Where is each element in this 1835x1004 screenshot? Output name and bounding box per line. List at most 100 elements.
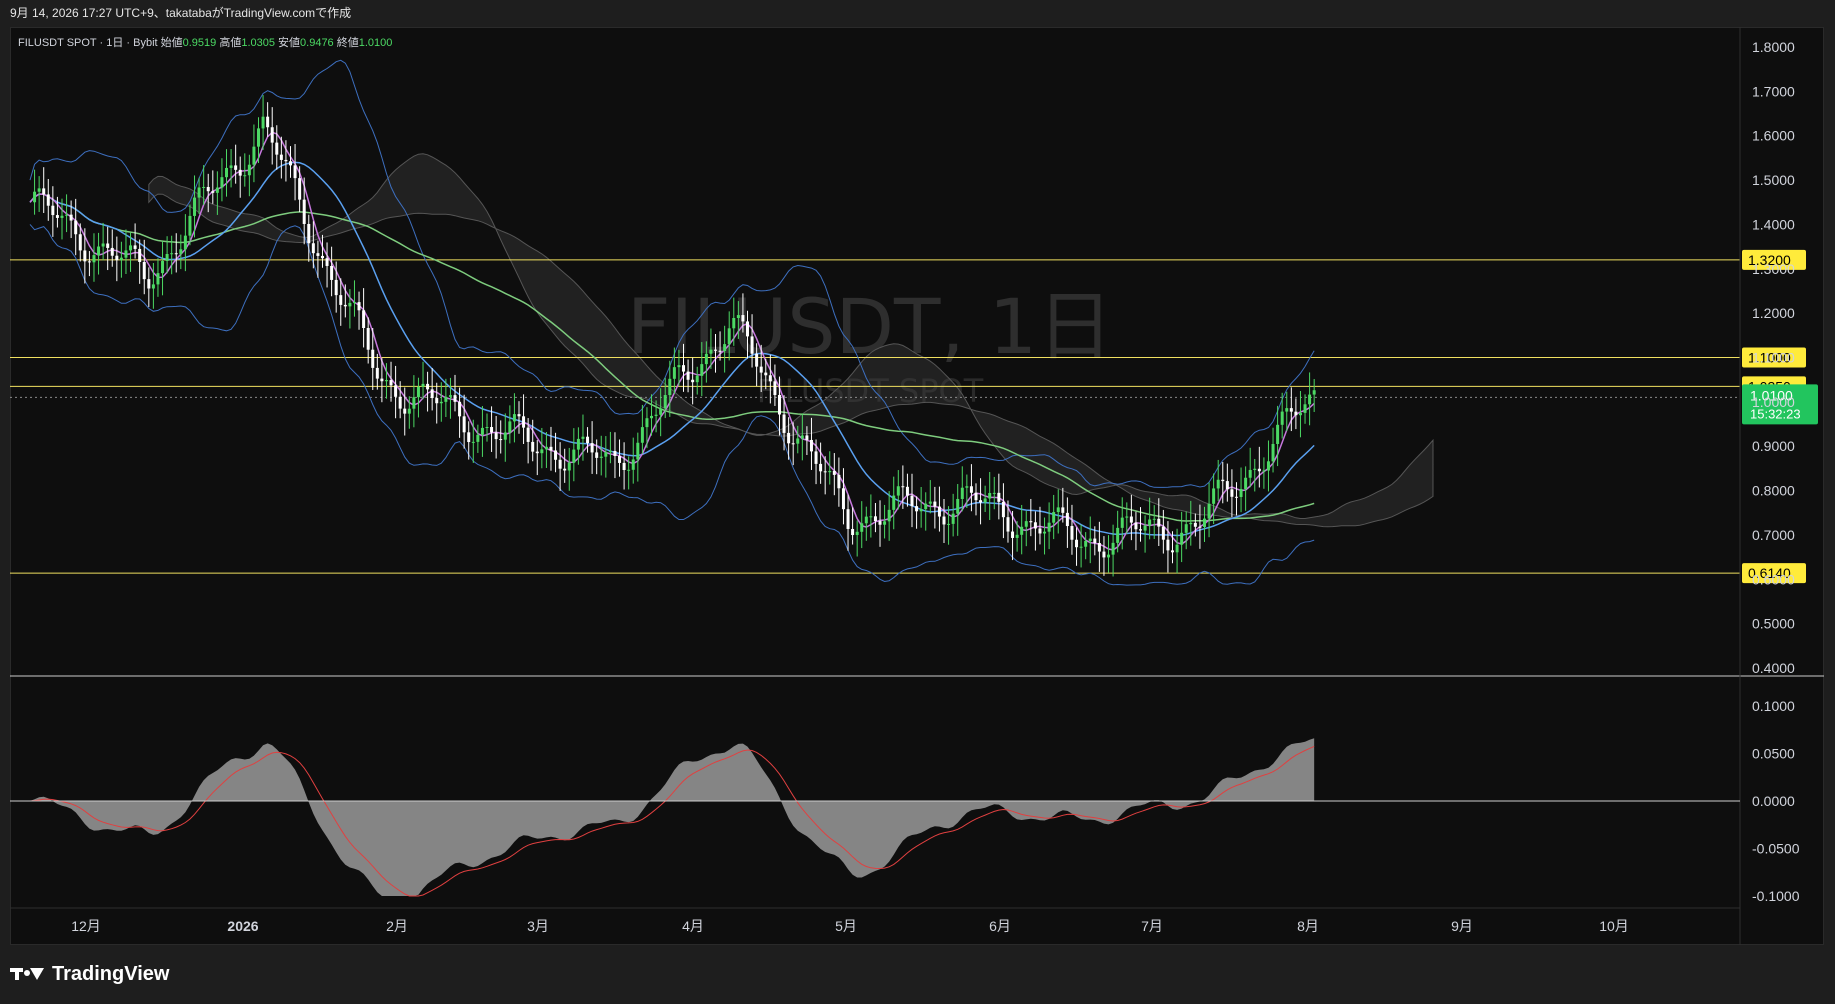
candle-body bbox=[284, 159, 288, 162]
candle-body bbox=[92, 255, 96, 263]
time-tick-label: 10月 bbox=[1599, 918, 1629, 934]
candle-body bbox=[1239, 489, 1243, 498]
candle-body bbox=[1207, 503, 1211, 519]
candle-body bbox=[860, 523, 864, 532]
candle-body bbox=[129, 245, 133, 251]
candle-body bbox=[791, 443, 795, 445]
candle-body bbox=[956, 498, 960, 514]
candle-body bbox=[1111, 542, 1115, 555]
candle-body bbox=[979, 500, 983, 503]
macd-tick-label: 0.0500 bbox=[1752, 746, 1795, 762]
candle-body bbox=[846, 509, 850, 529]
candle-body bbox=[1193, 522, 1197, 527]
candle-body bbox=[517, 414, 521, 417]
candle-body bbox=[165, 253, 169, 261]
candle-body bbox=[1047, 522, 1051, 532]
candle-body bbox=[947, 523, 951, 525]
candle-body bbox=[613, 450, 617, 456]
candle-body bbox=[1171, 550, 1174, 553]
candle-body bbox=[1065, 512, 1069, 527]
candle-body bbox=[430, 389, 434, 399]
candle-body bbox=[151, 284, 155, 289]
candle-body bbox=[124, 250, 128, 258]
candle-body bbox=[718, 350, 722, 352]
candle-body bbox=[581, 436, 585, 439]
time-tick-label: 9月 bbox=[1451, 918, 1473, 934]
candle-body bbox=[330, 265, 334, 280]
candle-body bbox=[380, 378, 384, 382]
candle-body bbox=[362, 310, 366, 329]
price-tick-label: 1.6000 bbox=[1752, 128, 1795, 144]
candle-body bbox=[878, 521, 882, 525]
price-chart[interactable]: FILUSDT, 1日FILUSDT SPOT 1.32001.10001.03… bbox=[0, 0, 1835, 1004]
candle-body bbox=[819, 463, 823, 472]
candle-body bbox=[1134, 522, 1138, 530]
candle-body bbox=[1043, 531, 1047, 534]
candle-body bbox=[677, 365, 681, 368]
candle-body bbox=[1024, 521, 1028, 527]
macd-tick-label: -0.0500 bbox=[1752, 841, 1800, 857]
candle-body bbox=[1298, 412, 1302, 416]
candle-body bbox=[599, 456, 603, 458]
ohlc-legend: FILUSDT SPOT · 1日 · Bybit 始値0.9519 高値1.0… bbox=[18, 35, 392, 49]
candle-body bbox=[202, 186, 206, 188]
candle-body bbox=[992, 492, 996, 494]
candle-body bbox=[937, 506, 941, 517]
candle-body bbox=[1075, 539, 1079, 548]
candle-body bbox=[37, 188, 41, 192]
candle-body bbox=[1139, 529, 1143, 531]
candle-body bbox=[147, 279, 151, 289]
candle-body bbox=[960, 487, 964, 499]
candle-body bbox=[110, 247, 114, 256]
candle-body bbox=[883, 521, 887, 525]
candle-body bbox=[412, 397, 416, 409]
candle-body bbox=[814, 451, 818, 464]
candle-body bbox=[732, 317, 736, 329]
tradingview-brand: TradingView bbox=[10, 956, 410, 992]
candle-body bbox=[969, 486, 973, 493]
bollinger-upper bbox=[29, 59, 1315, 488]
price-tick-label: 0.9000 bbox=[1752, 438, 1795, 454]
candle-body bbox=[421, 383, 425, 387]
candle-body bbox=[522, 416, 526, 428]
candle-body bbox=[540, 449, 544, 454]
candle-body bbox=[458, 401, 462, 417]
time-tick-label: 12月 bbox=[71, 918, 101, 934]
candle-body bbox=[654, 414, 658, 416]
candle-body bbox=[261, 116, 265, 129]
price-tick-label: 1.8000 bbox=[1752, 39, 1795, 55]
candle-body bbox=[627, 469, 631, 471]
candle-body bbox=[1289, 408, 1293, 412]
time-tick-label: 3月 bbox=[527, 918, 549, 934]
time-tick-label: 4月 bbox=[682, 918, 704, 934]
candle-body bbox=[572, 449, 576, 463]
candle-body bbox=[119, 257, 123, 261]
candle-body bbox=[138, 248, 142, 262]
candle-body bbox=[800, 435, 804, 439]
candle-body bbox=[279, 154, 283, 160]
candle-body bbox=[618, 455, 622, 463]
candle-body bbox=[1180, 532, 1184, 545]
candle-body bbox=[435, 398, 439, 404]
candle-body bbox=[645, 418, 649, 428]
candle-body bbox=[1120, 517, 1124, 528]
candle-body bbox=[55, 215, 59, 218]
candle-body bbox=[1202, 518, 1206, 527]
candle-body bbox=[1225, 481, 1229, 490]
candle-body bbox=[339, 295, 343, 305]
candle-body bbox=[851, 528, 855, 536]
candle-body bbox=[901, 486, 905, 488]
candle-body bbox=[1212, 488, 1216, 504]
candle-body bbox=[403, 408, 407, 414]
candle-body bbox=[640, 427, 644, 443]
candle-body bbox=[636, 442, 640, 460]
price-tick-label: 1.1000 bbox=[1752, 350, 1795, 366]
candle-body bbox=[42, 188, 46, 195]
price-tick-label: 1.0000 bbox=[1752, 394, 1795, 410]
candle-body bbox=[1189, 522, 1193, 525]
candle-body bbox=[266, 116, 270, 128]
candle-body bbox=[1308, 394, 1312, 405]
macd-tick-label: 0.1000 bbox=[1752, 698, 1795, 714]
candle-body bbox=[755, 353, 759, 367]
candle-body bbox=[768, 375, 772, 382]
